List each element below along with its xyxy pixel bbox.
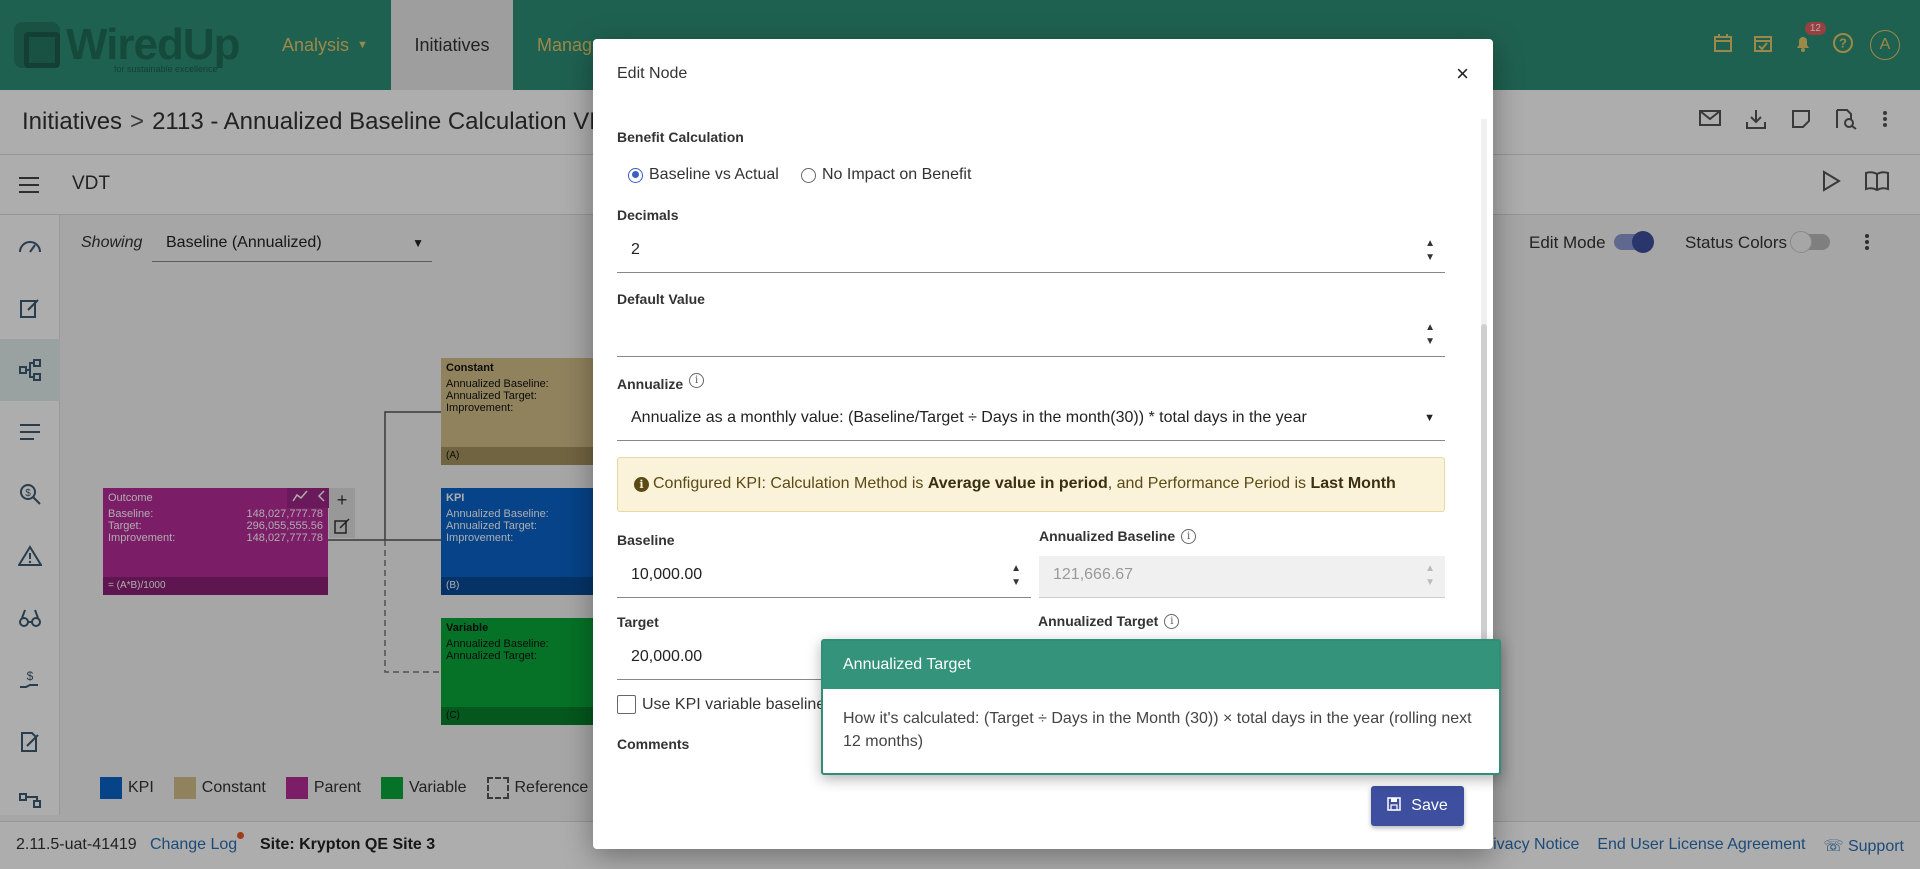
notice-middle: , and Performance Period is bbox=[1107, 475, 1311, 492]
annualize-label: Annualize i bbox=[617, 373, 705, 392]
close-icon[interactable]: × bbox=[1456, 61, 1469, 87]
benefit-calculation-label: Benefit Calculation bbox=[617, 129, 744, 145]
annualized-target-label: Annualized Target i bbox=[1025, 604, 1193, 639]
notice-method: Average value in period bbox=[927, 475, 1108, 492]
checkbox-label: Use KPI variable baseline t bbox=[642, 695, 835, 713]
decimals-label: Decimals bbox=[617, 207, 679, 223]
comments-label: Comments bbox=[617, 736, 690, 752]
default-value-input[interactable]: ▲ ▼ bbox=[617, 315, 1445, 357]
stepper-icon[interactable]: ▲ ▼ bbox=[1425, 237, 1435, 265]
radio-checked-icon bbox=[628, 167, 643, 183]
target-label: Target bbox=[617, 614, 659, 630]
annualize-value: Annualize as a monthly value: (Baseline/… bbox=[631, 409, 1307, 426]
target-value: 20,000.00 bbox=[631, 648, 703, 665]
info-icon[interactable]: i bbox=[1181, 529, 1197, 544]
baseline-input[interactable]: 10,000.00 ▲ ▼ bbox=[617, 556, 1031, 598]
info-icon[interactable]: i bbox=[1164, 614, 1180, 629]
stepper-icon: ▲ ▼ bbox=[1425, 563, 1435, 588]
annualized-target-tooltip: Annualized Target How it's calculated: (… bbox=[821, 639, 1501, 775]
annualize-label-text: Annualize bbox=[617, 376, 684, 392]
baseline-value: 10,000.00 bbox=[631, 566, 703, 583]
save-icon bbox=[1387, 796, 1402, 816]
radio-no-impact-label: No Impact on Benefit bbox=[822, 166, 972, 183]
annualize-select[interactable]: Annualize as a monthly value: (Baseline/… bbox=[617, 399, 1445, 441]
annualized-baseline-value: 121,666.67 bbox=[1053, 566, 1134, 583]
annualized-baseline-label-text: Annualized Baseline bbox=[1039, 528, 1176, 544]
decimals-value: 2 bbox=[631, 241, 640, 258]
dialog-title: Edit Node bbox=[617, 65, 688, 82]
radio-baseline-label: Baseline vs Actual bbox=[649, 166, 779, 183]
notice-period: Last Month bbox=[1310, 475, 1396, 492]
dialog-scrollbar-thumb[interactable] bbox=[1481, 324, 1487, 644]
app-root: WiredUp for sustainable excellence Analy… bbox=[0, 0, 1920, 869]
checkbox-box bbox=[617, 695, 636, 714]
stepper-icon[interactable]: ▲ ▼ bbox=[1011, 562, 1021, 590]
radio-unchecked-icon bbox=[801, 167, 816, 183]
annualized-target-label-text: Annualized Target bbox=[1038, 613, 1159, 629]
configured-kpi-notice: i Configured KPI: Calculation Method is A… bbox=[617, 457, 1445, 512]
default-value-label: Default Value bbox=[617, 291, 705, 307]
stepper-icon[interactable]: ▲ ▼ bbox=[1425, 321, 1435, 349]
baseline-label: Baseline bbox=[617, 532, 675, 548]
info-icon[interactable]: i bbox=[689, 373, 705, 388]
save-button-label: Save bbox=[1411, 797, 1448, 814]
save-button[interactable]: Save bbox=[1371, 786, 1464, 826]
radio-no-impact[interactable]: No Impact on Benefit bbox=[801, 166, 971, 184]
notice-prefix: Configured KPI: Calculation Method is bbox=[653, 475, 928, 492]
annualized-baseline-label: Annualized Baseline i bbox=[1039, 528, 1197, 544]
radio-baseline-vs-actual[interactable]: Baseline vs Actual bbox=[628, 166, 779, 184]
decimals-input[interactable]: 2 ▲ ▼ bbox=[617, 231, 1445, 273]
use-kpi-baseline-checkbox[interactable]: Use KPI variable baseline t bbox=[617, 695, 834, 714]
tooltip-body: How it's calculated: (Target ÷ Days in t… bbox=[843, 710, 1472, 750]
annualized-baseline-input: 121,666.67 ▲ ▼ bbox=[1039, 556, 1445, 598]
caret-down-icon: ▼ bbox=[1424, 412, 1435, 424]
tooltip-title: Annualized Target bbox=[823, 641, 1499, 689]
info-filled-icon: i bbox=[634, 477, 649, 492]
